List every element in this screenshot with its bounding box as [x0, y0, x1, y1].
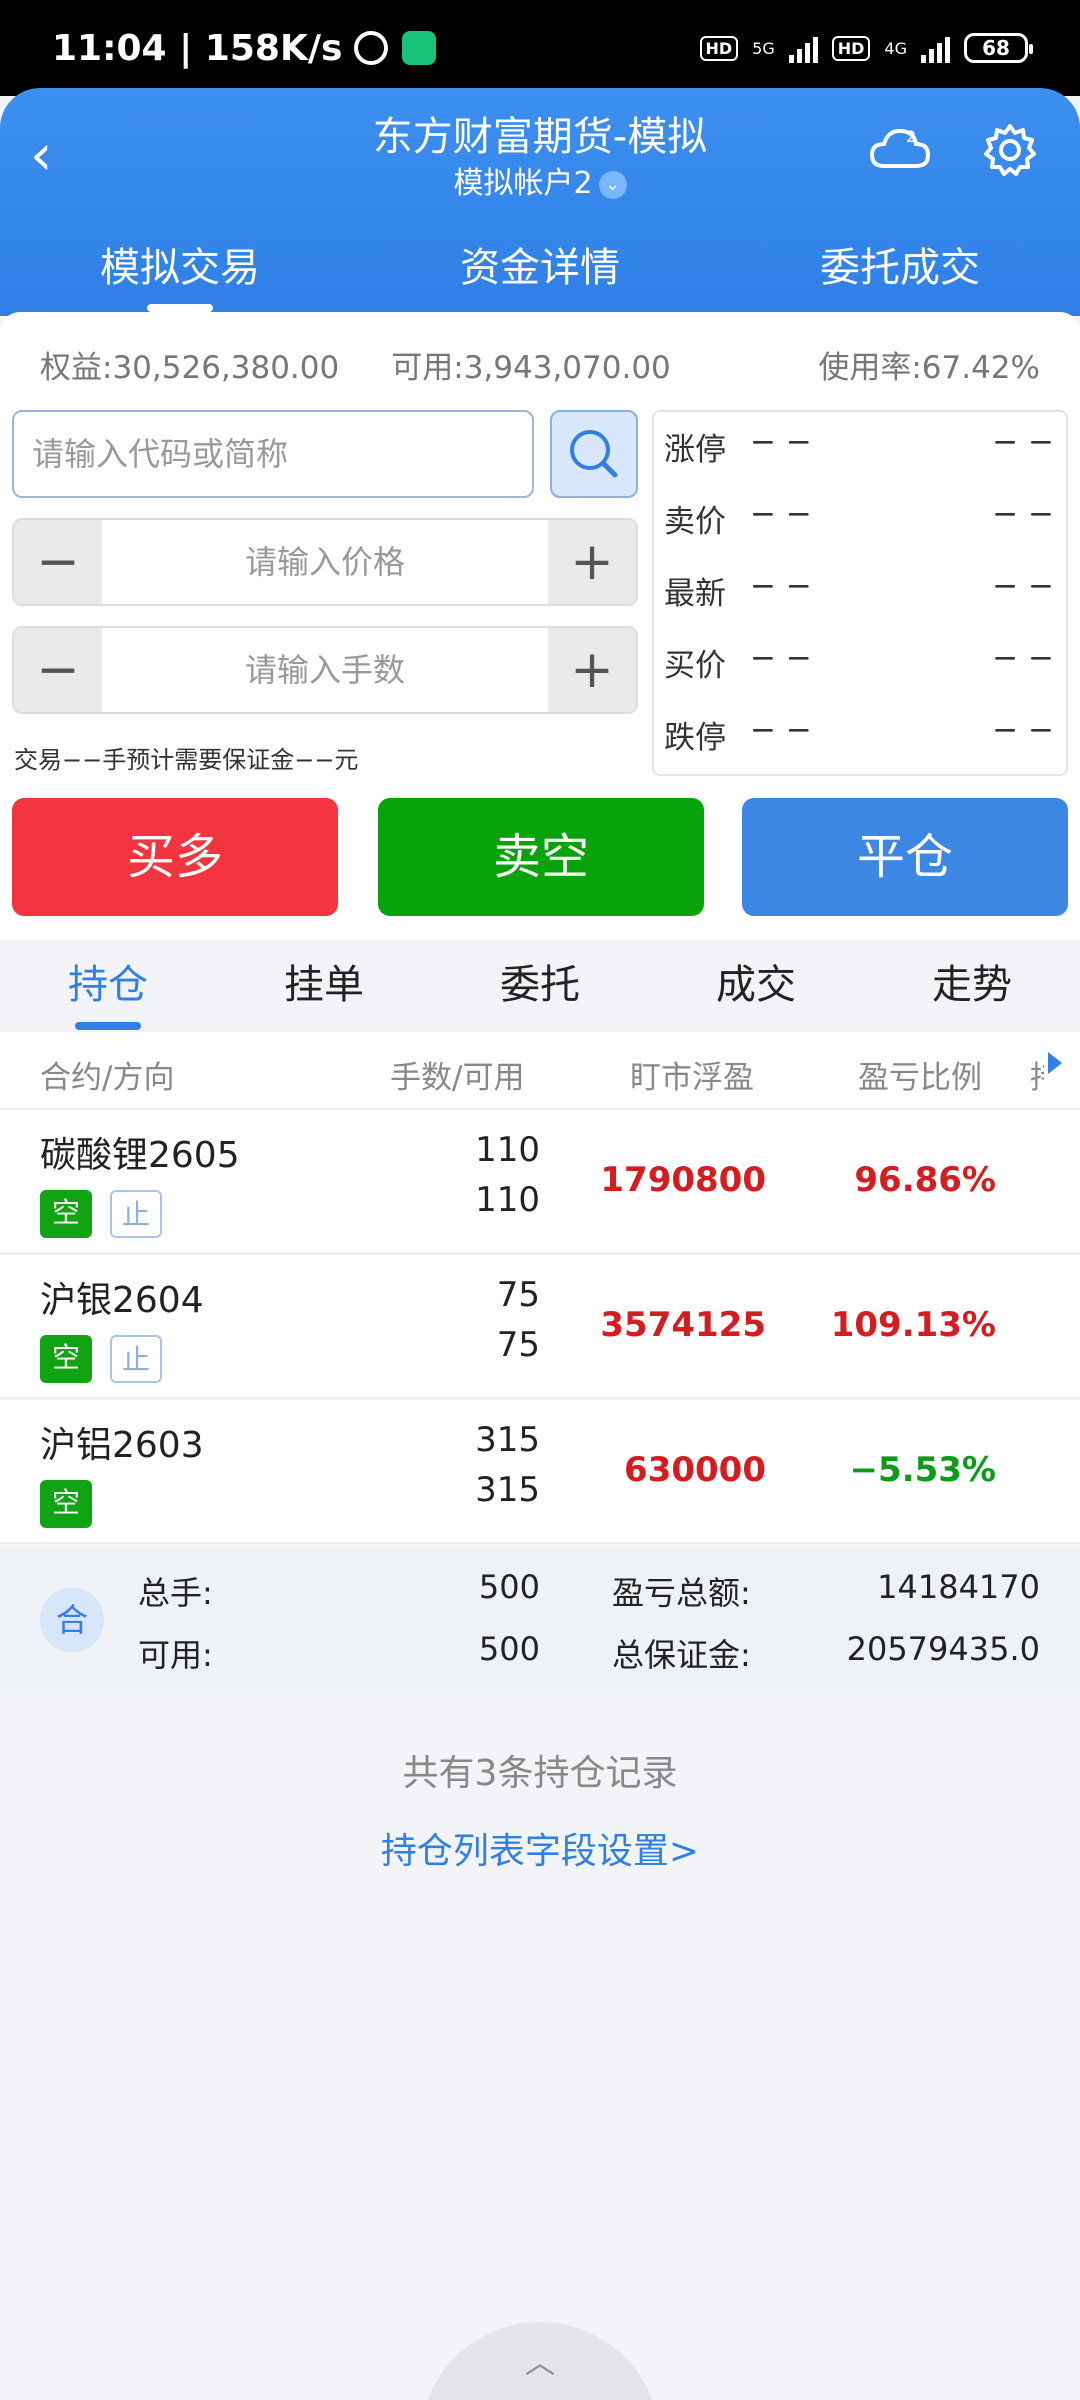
total-margin-label: 总保证金: — [612, 1636, 751, 1674]
col-pnl-ratio: 盈亏比例 — [858, 1060, 982, 1096]
tab-pending[interactable]: 挂单 — [216, 942, 432, 1030]
price-stepper: − 请输入价格 + — [12, 518, 638, 606]
pnl-ratio-value: −5.53% — [849, 1450, 996, 1490]
price-plus-button[interactable]: + — [548, 520, 636, 604]
total-pnl-value: 14184170 — [877, 1568, 1040, 1606]
tab-fund-detail[interactable]: 资金详情 — [360, 228, 720, 316]
position-tabs: 持仓 挂单 委托 成交 走势 — [0, 942, 1080, 1030]
lots-value: 315 — [475, 1420, 540, 1460]
chevron-up-icon: ︿ — [525, 2346, 555, 2381]
search-input[interactable]: 请输入代码或简称 — [12, 410, 534, 498]
tab-positions[interactable]: 持仓 — [0, 942, 216, 1030]
floating-pnl-value: 1790800 — [600, 1160, 766, 1200]
alarm-icon — [354, 31, 389, 65]
col-lots-available: 手数/可用 — [390, 1060, 525, 1096]
total-lots-value: 500 — [478, 1568, 540, 1606]
price-minus-button[interactable]: − — [14, 520, 102, 604]
quote-row-bid: 买价 − − − − — [664, 640, 1054, 684]
available-value: 110 — [475, 1180, 540, 1220]
lots-value: 110 — [475, 1130, 540, 1170]
buy-long-button[interactable]: 买多 — [12, 798, 338, 916]
lots-value: 75 — [496, 1275, 540, 1315]
table-row[interactable]: 碳酸锂2605 空 止 110 110 1790800 96.86% — [0, 1110, 1080, 1254]
quote-row-ask: 卖价 − − − − — [664, 496, 1054, 540]
floating-pnl-value: 630000 — [624, 1450, 766, 1490]
column-settings-link[interactable]: 持仓列表字段设置> — [0, 1822, 1080, 1874]
usage-rate-label: 使用率:67.42% — [818, 350, 1040, 386]
hd-icon: HD — [699, 35, 739, 61]
quantity-stepper: − 请输入手数 + — [12, 626, 638, 714]
sell-short-button[interactable]: 卖空 — [378, 798, 704, 916]
network-5g-label: 5G — [752, 38, 775, 58]
search-button[interactable] — [550, 410, 638, 498]
main-tabs: 模拟交易 资金详情 委托成交 — [0, 228, 1080, 316]
gear-icon[interactable] — [982, 122, 1038, 178]
col-floating-pnl: 盯市浮盈 — [630, 1060, 754, 1096]
network-4g-label: 4G — [884, 38, 907, 58]
quantity-input[interactable]: 请输入手数 — [102, 628, 548, 712]
available-value: 315 — [475, 1470, 540, 1510]
battery-icon: 68 — [964, 33, 1033, 63]
shield-icon — [402, 31, 437, 65]
total-available-value: 500 — [478, 1630, 540, 1668]
total-badge: 合 — [40, 1588, 104, 1652]
status-bar: 11:04 | 158K/s HD 5G HD 4G 68 — [0, 0, 1080, 96]
available-label: 可用:3,943,070.00 — [391, 350, 671, 386]
tab-sim-trade[interactable]: 模拟交易 — [0, 228, 360, 316]
search-icon — [570, 430, 618, 478]
pnl-ratio-value: 109.13% — [830, 1305, 996, 1345]
table-row[interactable]: 沪银2604 空 止 75 75 3574125 109.13% — [0, 1255, 1080, 1399]
floating-pnl-value: 3574125 — [600, 1305, 766, 1345]
pull-up-handle[interactable]: ︿ — [420, 2322, 660, 2400]
total-available-label: 可用: — [138, 1636, 213, 1674]
total-lots-label: 总手: — [138, 1574, 213, 1612]
quote-row-limit-up: 涨停 − − − − — [664, 424, 1054, 468]
positions-table-header: 合约/方向 手数/可用 盯市浮盈 盈亏比例 持 — [0, 1032, 1080, 1110]
total-pnl-label: 盈亏总额: — [612, 1574, 751, 1612]
app-header: ‹ 东方财富期货-模拟 模拟帐户2 ⌄ 2 模拟交易 资金详情 委托成交 — [0, 88, 1080, 316]
quote-row-limit-down: 跌停 − − − − — [664, 712, 1054, 756]
signal-icon — [788, 33, 818, 63]
available-value: 75 — [496, 1325, 540, 1365]
trade-panel: 权益:30,526,380.00 可用:3,943,070.00 使用率:67.… — [0, 312, 1080, 940]
svg-text:2: 2 — [906, 127, 916, 146]
equity-label: 权益:30,526,380.00 — [40, 350, 340, 386]
stop-badge[interactable]: 止 — [110, 1190, 162, 1238]
tab-trades[interactable]: 成交 — [648, 942, 864, 1030]
short-badge: 空 — [40, 1335, 92, 1383]
col-more: 持 — [1030, 1052, 1044, 1097]
scroll-right-icon[interactable] — [1048, 1052, 1062, 1074]
contract-name: 碳酸锂2605 — [40, 1135, 240, 1176]
price-input[interactable]: 请输入价格 — [102, 520, 548, 604]
col-contract-direction: 合约/方向 — [40, 1060, 175, 1096]
hd-icon: HD — [831, 35, 871, 61]
close-position-button[interactable]: 平仓 — [742, 798, 1068, 916]
cloud-icon[interactable]: 2 — [868, 122, 932, 174]
margin-estimate-note: 交易−−手预计需要保证金−−元 — [14, 746, 359, 774]
position-record-count: 共有3条持仓记录 — [402, 1753, 678, 1794]
quote-row-last: 最新 − − − − — [664, 568, 1054, 612]
status-time: 11:04 | 158K/s — [52, 27, 343, 69]
tab-trend[interactable]: 走势 — [864, 942, 1080, 1030]
tab-orders-trades[interactable]: 委托成交 — [720, 228, 1080, 316]
account-summary: 权益:30,526,380.00 可用:3,943,070.00 使用率:67.… — [40, 342, 1040, 387]
contract-name: 沪银2604 — [40, 1280, 204, 1321]
stop-badge[interactable]: 止 — [110, 1335, 162, 1383]
contract-name: 沪铝2603 — [40, 1425, 204, 1466]
signal-icon — [921, 33, 950, 63]
table-row[interactable]: 沪铝2603 空 315 315 630000 −5.53% — [0, 1400, 1080, 1544]
qty-plus-button[interactable]: + — [548, 628, 636, 712]
chevron-down-icon: ⌄ — [598, 170, 627, 199]
positions-summary: 合 总手: 500 可用: 500 盈亏总额: 14184170 总保证金: 2… — [0, 1546, 1080, 1688]
qty-minus-button[interactable]: − — [14, 628, 102, 712]
total-margin-value: 20579435.0 — [846, 1630, 1040, 1668]
tab-orders[interactable]: 委托 — [432, 942, 648, 1030]
short-badge: 空 — [40, 1190, 92, 1238]
short-badge: 空 — [40, 1480, 92, 1528]
quote-panel: 涨停 − − − − 卖价 − − − − 最新 − − − − 买价 − − − − 跌停 − … — [652, 410, 1068, 776]
pnl-ratio-value: 96.86% — [854, 1160, 996, 1200]
